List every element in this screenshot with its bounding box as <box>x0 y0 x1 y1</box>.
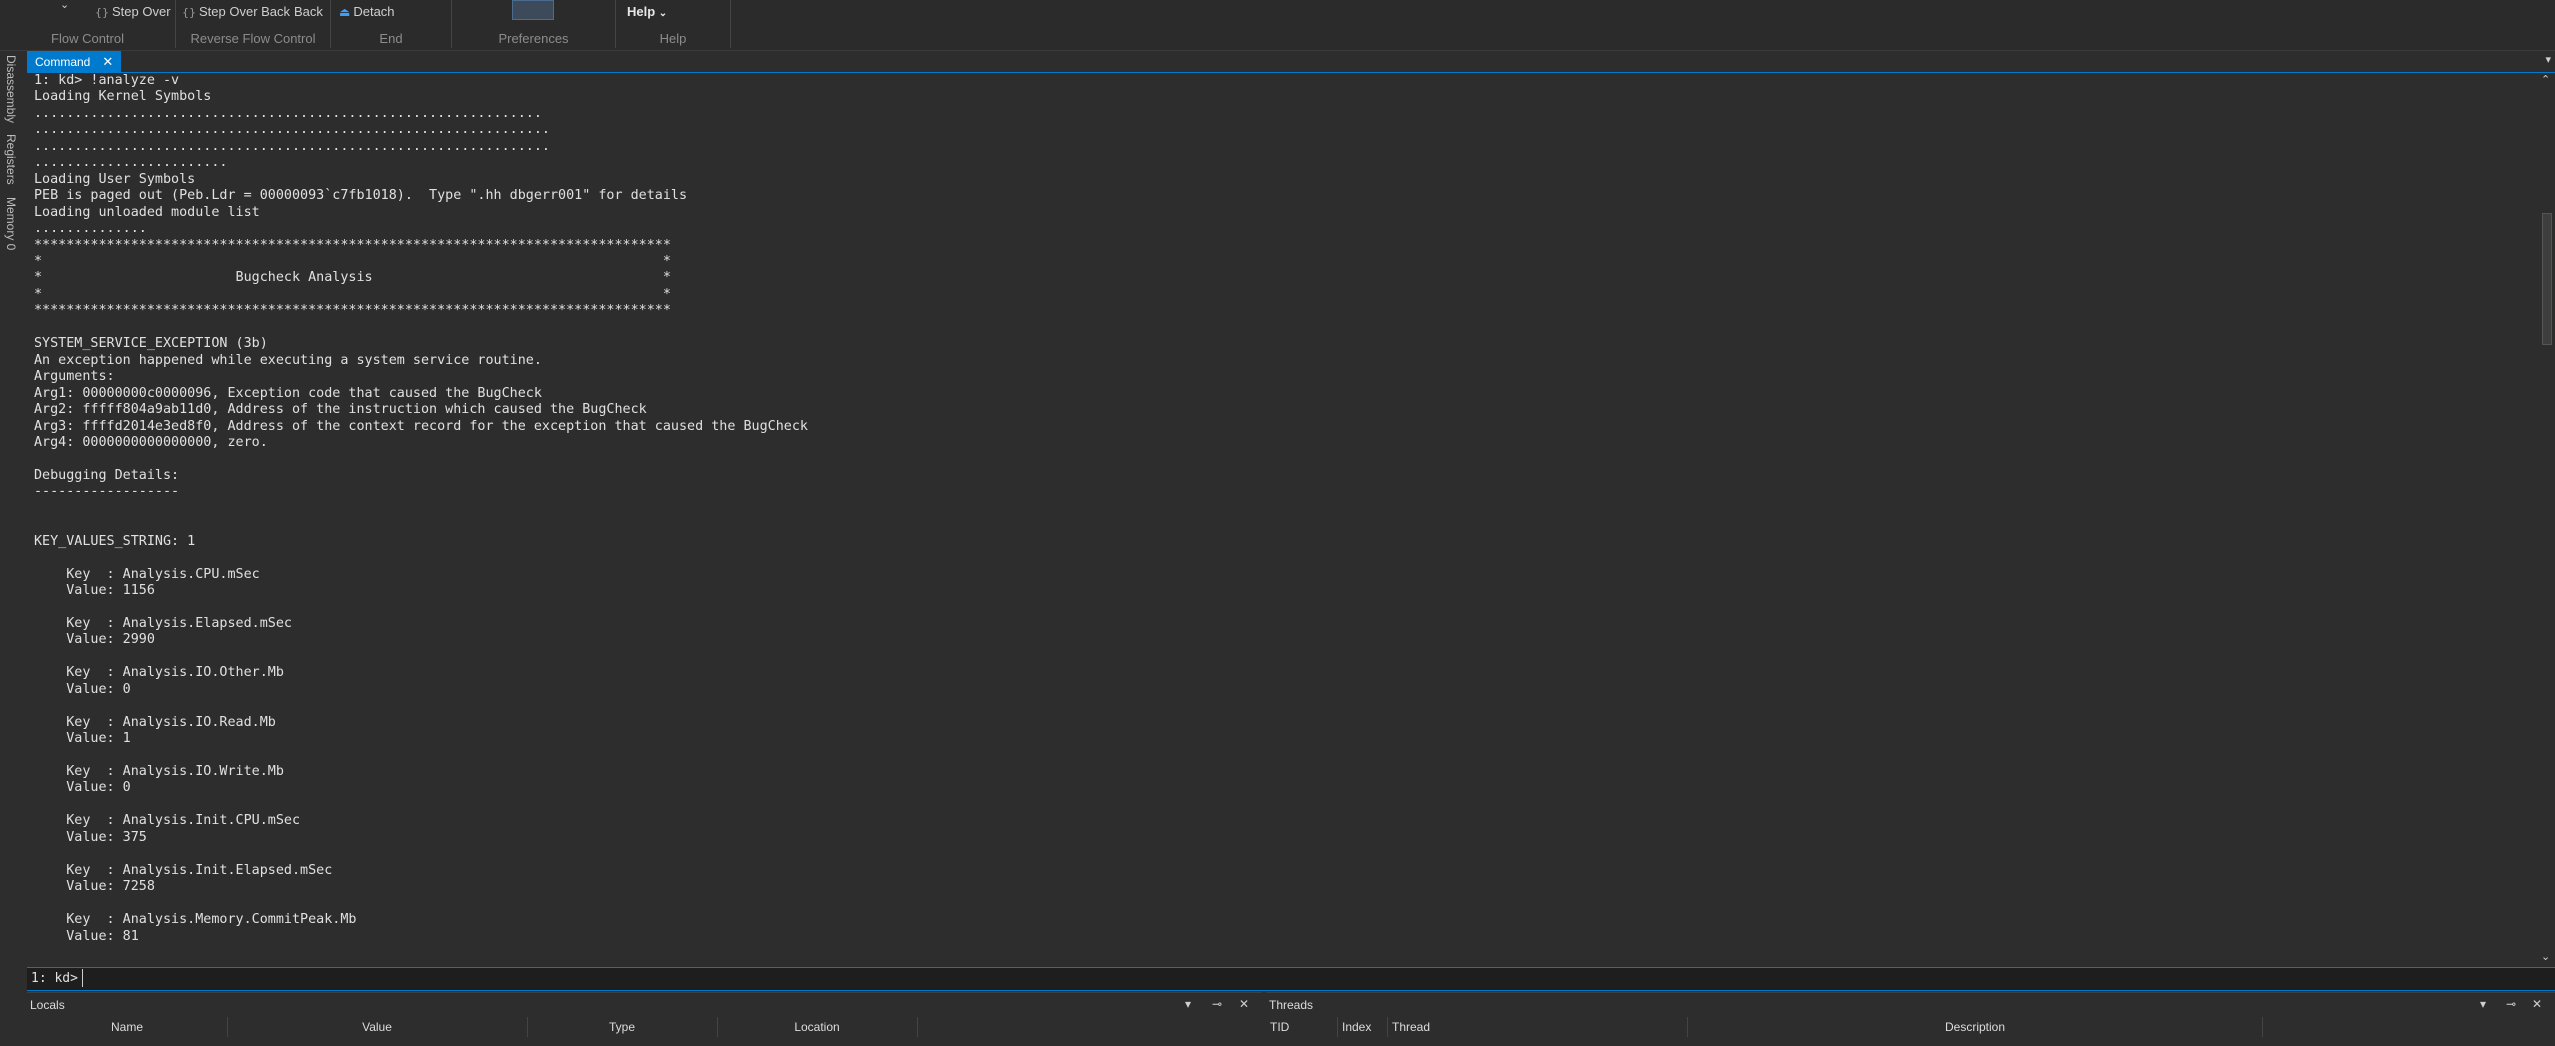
output-line: Key : Analysis.Memory.CommitPeak.Mb <box>34 912 357 928</box>
pin-icon[interactable]: ⊸ <box>2506 997 2516 1011</box>
output-line: Key : Analysis.Init.Elapsed.mSec <box>34 862 333 878</box>
command-input-bar: 1: kd> <box>27 967 2555 991</box>
step-over-button[interactable]: {} Step Over <box>95 4 171 19</box>
ribbon-group-label: End <box>379 31 403 46</box>
output-line: Debugging Details: <box>34 467 180 483</box>
column-header-value[interactable]: Value <box>227 1017 528 1037</box>
ribbon-group-end: ⏏ Detach End <box>331 0 451 50</box>
chevron-down-icon[interactable]: ⌄ <box>60 0 69 11</box>
output-line: ------------------ <box>34 484 180 500</box>
output-line: KEY_VALUES_STRING: 1 <box>34 533 196 549</box>
output-line: Loading User Symbols <box>34 171 196 187</box>
column-header-index[interactable]: Index <box>1338 1017 1388 1037</box>
output-line: Value: 2990 <box>34 632 155 648</box>
output-line: .............. <box>34 221 147 237</box>
output-line: * * <box>34 286 671 302</box>
output-line: Value: 1156 <box>34 583 155 599</box>
command-output-text: 1: kd> !analyze -v Loading Kernel Symbol… <box>27 73 2537 945</box>
output-line: Key : Analysis.Elapsed.mSec <box>34 615 292 631</box>
ribbon-group-flow-control: ⌄ {} Step Over Flow Control <box>0 0 175 50</box>
output-line: Value: 7258 <box>34 879 155 895</box>
side-tab-registers[interactable]: Registers <box>4 134 18 185</box>
ribbon-toolbar: ⌄ {} Step Over Flow Control {} Step Over B… <box>0 0 2555 51</box>
output-line: Key : Analysis.IO.Write.Mb <box>34 764 284 780</box>
output-line: Arguments: <box>34 369 115 385</box>
close-icon[interactable]: ✕ <box>2532 997 2542 1011</box>
column-header-type[interactable]: Type <box>527 1017 718 1037</box>
output-line: ........................ <box>34 155 228 171</box>
column-header-location[interactable]: Location <box>717 1017 918 1037</box>
output-line: ****************************************… <box>34 303 671 319</box>
step-over-back-button[interactable]: {} Step Over Back <box>182 4 290 19</box>
ribbon-group-label: Flow Control <box>51 31 124 46</box>
scroll-up-icon[interactable]: ⌃ <box>2541 73 2550 86</box>
ribbon-group-reverse-flow-control: {} Step Over Back Back Reverse Flow Contr… <box>176 0 330 50</box>
threads-panel-title: Threads <box>1269 998 1314 1012</box>
scrollbar-thumb[interactable] <box>2542 213 2552 345</box>
output-line: Value: 81 <box>34 928 139 944</box>
output-line: 1: kd> !analyze -v <box>34 73 180 88</box>
column-header-thread[interactable]: Thread <box>1388 1017 1688 1037</box>
ribbon-group-label: Reverse Flow Control <box>190 31 316 46</box>
threads-panel: Threads ▾ ⊸ ✕ TID Index Thread Descripti… <box>1266 992 2555 1046</box>
vertical-scrollbar[interactable]: ⌃ ⌄ <box>2537 73 2555 963</box>
output-line: Loading unloaded module list <box>34 204 260 220</box>
output-line: Value: 1 <box>34 731 131 747</box>
output-line: ****************************************… <box>34 237 671 253</box>
command-tab-bar: Command ✕ ▾ <box>27 51 2555 74</box>
output-line: Arg2: fffff804a9ab11d0, Address of the i… <box>34 402 647 418</box>
output-line: ........................................… <box>34 122 550 138</box>
output-line: Arg4: 0000000000000000, zero. <box>34 434 268 450</box>
side-tab-disassembly[interactable]: Disassembly <box>4 55 18 123</box>
output-line: SYSTEM_SERVICE_EXCEPTION (3b) <box>34 336 268 352</box>
detach-button[interactable]: ⏏ Detach <box>339 4 395 19</box>
chevron-down-icon[interactable]: ▾ <box>2545 53 2551 66</box>
side-tab-strip: Disassembly Registers Memory 0 <box>0 52 22 972</box>
close-icon[interactable]: ✕ <box>1239 997 1249 1011</box>
settings-button[interactable] <box>512 0 554 20</box>
output-line: Value: 0 <box>34 780 131 796</box>
chevron-down-icon: ⌄ <box>658 8 668 19</box>
output-line: Key : Analysis.IO.Read.Mb <box>34 714 276 730</box>
output-line: ........................................… <box>34 105 542 121</box>
step-over-icon: {} <box>95 6 109 19</box>
pin-icon[interactable]: ⊸ <box>1212 997 1222 1011</box>
locals-panel: Locals ▾ ⊸ ✕ Name Value Type Location <box>27 992 1262 1046</box>
ribbon-group-preferences: Preferences <box>452 0 615 50</box>
output-line: Value: 375 <box>34 829 147 845</box>
output-line: PEB is paged out (Peb.Ldr = 00000093`c7f… <box>34 188 688 204</box>
scroll-down-icon[interactable]: ⌄ <box>2541 950 2550 963</box>
close-icon[interactable]: ✕ <box>102 54 113 69</box>
tab-command[interactable]: Command ✕ <box>27 51 122 72</box>
command-prompt: 1: kd> <box>31 971 78 986</box>
column-header-tid[interactable]: TID <box>1266 1017 1338 1037</box>
ribbon-group-help: Help ⌄ Help <box>616 0 730 50</box>
column-header-name[interactable]: Name <box>27 1017 228 1037</box>
command-input[interactable] <box>82 969 2547 987</box>
output-line: Loading Kernel Symbols <box>34 89 212 105</box>
output-line: An exception happened while executing a … <box>34 352 542 368</box>
locals-panel-title: Locals <box>30 998 65 1012</box>
output-line: Arg1: 00000000c0000096, Exception code t… <box>34 385 542 401</box>
help-button[interactable]: Help ⌄ <box>627 4 667 19</box>
detach-icon: ⏏ <box>339 5 351 19</box>
step-over-back-icon: {} <box>182 6 196 19</box>
back-button[interactable]: Back <box>294 4 323 19</box>
output-line: Key : Analysis.IO.Other.Mb <box>34 665 284 681</box>
output-line: * Bugcheck Analysis * <box>34 270 671 286</box>
output-line: ........................................… <box>34 138 550 154</box>
output-line: Value: 0 <box>34 681 131 697</box>
dropdown-icon[interactable]: ▾ <box>1185 997 1191 1011</box>
ribbon-group-label: Preferences <box>498 31 569 46</box>
output-line: Arg3: ffffd2014e3ed8f0, Address of the c… <box>34 418 808 434</box>
output-line: Key : Analysis.Init.CPU.mSec <box>34 813 301 829</box>
column-header-description[interactable]: Description <box>1688 1017 2263 1037</box>
dropdown-icon[interactable]: ▾ <box>2480 997 2486 1011</box>
output-line: Key : Analysis.CPU.mSec <box>34 566 260 582</box>
output-line: * * <box>34 253 671 269</box>
side-tab-memory[interactable]: Memory 0 <box>4 197 18 250</box>
ribbon-group-label: Help <box>659 31 687 46</box>
command-output: 1: kd> !analyze -v Loading Kernel Symbol… <box>27 73 2537 963</box>
ribbon-separator <box>730 0 731 48</box>
